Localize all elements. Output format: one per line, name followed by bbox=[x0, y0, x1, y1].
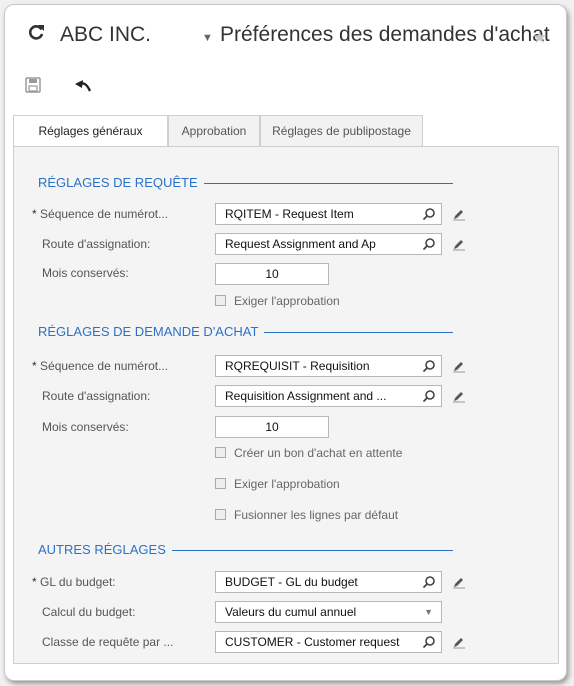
undo-icon[interactable] bbox=[75, 79, 92, 93]
merge-lines-checkbox[interactable]: Fusionner les lignes par défaut bbox=[215, 508, 398, 522]
budget-gl-field[interactable]: BUDGET - GL du budget bbox=[215, 571, 442, 593]
purchase-numbering-field[interactable]: RQREQUISIT - Requisition bbox=[215, 355, 442, 377]
field-value: Valeurs du cumul annuel bbox=[225, 605, 357, 619]
checkbox-label: Créer un bon d'achat en attente bbox=[234, 446, 403, 460]
request-class-field[interactable]: CUSTOMER - Customer request bbox=[215, 631, 442, 653]
tab-approval[interactable]: Approbation bbox=[168, 115, 260, 146]
checkbox-label: Exiger l'approbation bbox=[234, 294, 340, 308]
default-request-class-label: Classe de requête par ... bbox=[42, 635, 174, 649]
section-title-other: AUTRES RÉGLAGES bbox=[38, 542, 172, 557]
chevron-down-icon[interactable]: ▼ bbox=[202, 32, 213, 44]
create-po-on-hold-checkbox[interactable]: Créer un bon d'achat en attente bbox=[215, 446, 402, 460]
field-value: BUDGET - GL du budget bbox=[225, 575, 358, 589]
chevron-down-icon[interactable]: ▼ bbox=[424, 602, 433, 622]
request-require-approval-checkbox[interactable]: Exiger l'approbation bbox=[215, 294, 340, 308]
label-text: Séquence de numérot... bbox=[40, 207, 169, 221]
search-icon[interactable] bbox=[422, 359, 436, 373]
favorite-star-icon[interactable]: ★ bbox=[532, 29, 547, 46]
edit-pencil-icon[interactable] bbox=[452, 207, 466, 221]
months-kept-label: Mois conservés: bbox=[42, 420, 129, 434]
budget-calculation-select[interactable]: Valeurs du cumul annuel ▼ bbox=[215, 601, 442, 623]
label-text: GL du budget: bbox=[40, 575, 116, 589]
search-icon[interactable] bbox=[422, 575, 436, 589]
purchase-route-field[interactable]: Requisition Assignment and ... bbox=[215, 385, 442, 407]
tab-mailing-settings[interactable]: Réglages de publipostage bbox=[260, 115, 423, 146]
field-value: CUSTOMER - Customer request bbox=[225, 635, 400, 649]
search-icon[interactable] bbox=[422, 207, 436, 221]
search-icon[interactable] bbox=[422, 635, 436, 649]
page-title: Préférences des demandes d'achat bbox=[220, 23, 550, 46]
numbering-sequence-label: * Séquence de numérot... bbox=[32, 359, 168, 373]
title-bar: ABC INC. ▼ Préférences des demandes d'ac… bbox=[5, 5, 566, 59]
checkbox[interactable] bbox=[215, 447, 226, 458]
field-value: RQREQUISIT - Requisition bbox=[225, 359, 370, 373]
section-title-purchase-request: RÉGLAGES DE DEMANDE D'ACHAT bbox=[38, 324, 265, 339]
assignment-route-label: Route d'assignation: bbox=[42, 389, 151, 403]
purchase-require-approval-checkbox[interactable]: Exiger l'approbation bbox=[215, 477, 340, 491]
edit-pencil-icon[interactable] bbox=[452, 359, 466, 373]
edit-pencil-icon[interactable] bbox=[452, 237, 466, 251]
budget-calculation-label: Calcul du budget: bbox=[42, 605, 136, 619]
search-icon[interactable] bbox=[422, 237, 436, 251]
purchase-months-input[interactable]: 10 bbox=[215, 416, 329, 438]
assignment-route-label: Route d'assignation: bbox=[42, 237, 151, 251]
months-kept-label: Mois conservés: bbox=[42, 266, 129, 280]
refresh-icon[interactable] bbox=[27, 23, 45, 41]
required-marker: * bbox=[32, 575, 37, 589]
checkbox-label: Exiger l'approbation bbox=[234, 477, 340, 491]
numbering-sequence-label: * Séquence de numérot... bbox=[32, 207, 168, 221]
checkbox-label: Fusionner les lignes par défaut bbox=[234, 508, 399, 522]
field-value: RQITEM - Request Item bbox=[225, 207, 354, 221]
required-marker: * bbox=[32, 359, 37, 373]
edit-pencil-icon[interactable] bbox=[452, 575, 466, 589]
preferences-window: ABC INC. ▼ Préférences des demandes d'ac… bbox=[4, 4, 567, 681]
general-settings-panel: RÉGLAGES DE REQUÊTE * Séquence de numéro… bbox=[13, 146, 559, 664]
request-route-field[interactable]: Request Assignment and Ap bbox=[215, 233, 442, 255]
section-title-request: RÉGLAGES DE REQUÊTE bbox=[38, 175, 204, 190]
budget-gl-label: * GL du budget: bbox=[32, 575, 116, 589]
edit-pencil-icon[interactable] bbox=[452, 635, 466, 649]
tab-bar: Réglages généraux Approbation Réglages d… bbox=[13, 115, 559, 147]
save-icon[interactable] bbox=[25, 77, 41, 93]
request-numbering-field[interactable]: RQITEM - Request Item bbox=[215, 203, 442, 225]
checkbox[interactable] bbox=[215, 509, 226, 520]
request-months-input[interactable]: 10 bbox=[215, 263, 329, 285]
field-value: Requisition Assignment and ... bbox=[225, 389, 387, 403]
search-icon[interactable] bbox=[422, 389, 436, 403]
checkbox[interactable] bbox=[215, 295, 226, 306]
company-selector[interactable]: ABC INC. bbox=[60, 23, 151, 47]
checkbox[interactable] bbox=[215, 478, 226, 489]
required-marker: * bbox=[32, 207, 37, 221]
edit-pencil-icon[interactable] bbox=[452, 389, 466, 403]
tab-general-settings[interactable]: Réglages généraux bbox=[13, 115, 168, 147]
field-value: Request Assignment and Ap bbox=[225, 237, 376, 251]
label-text: Séquence de numérot... bbox=[40, 359, 169, 373]
